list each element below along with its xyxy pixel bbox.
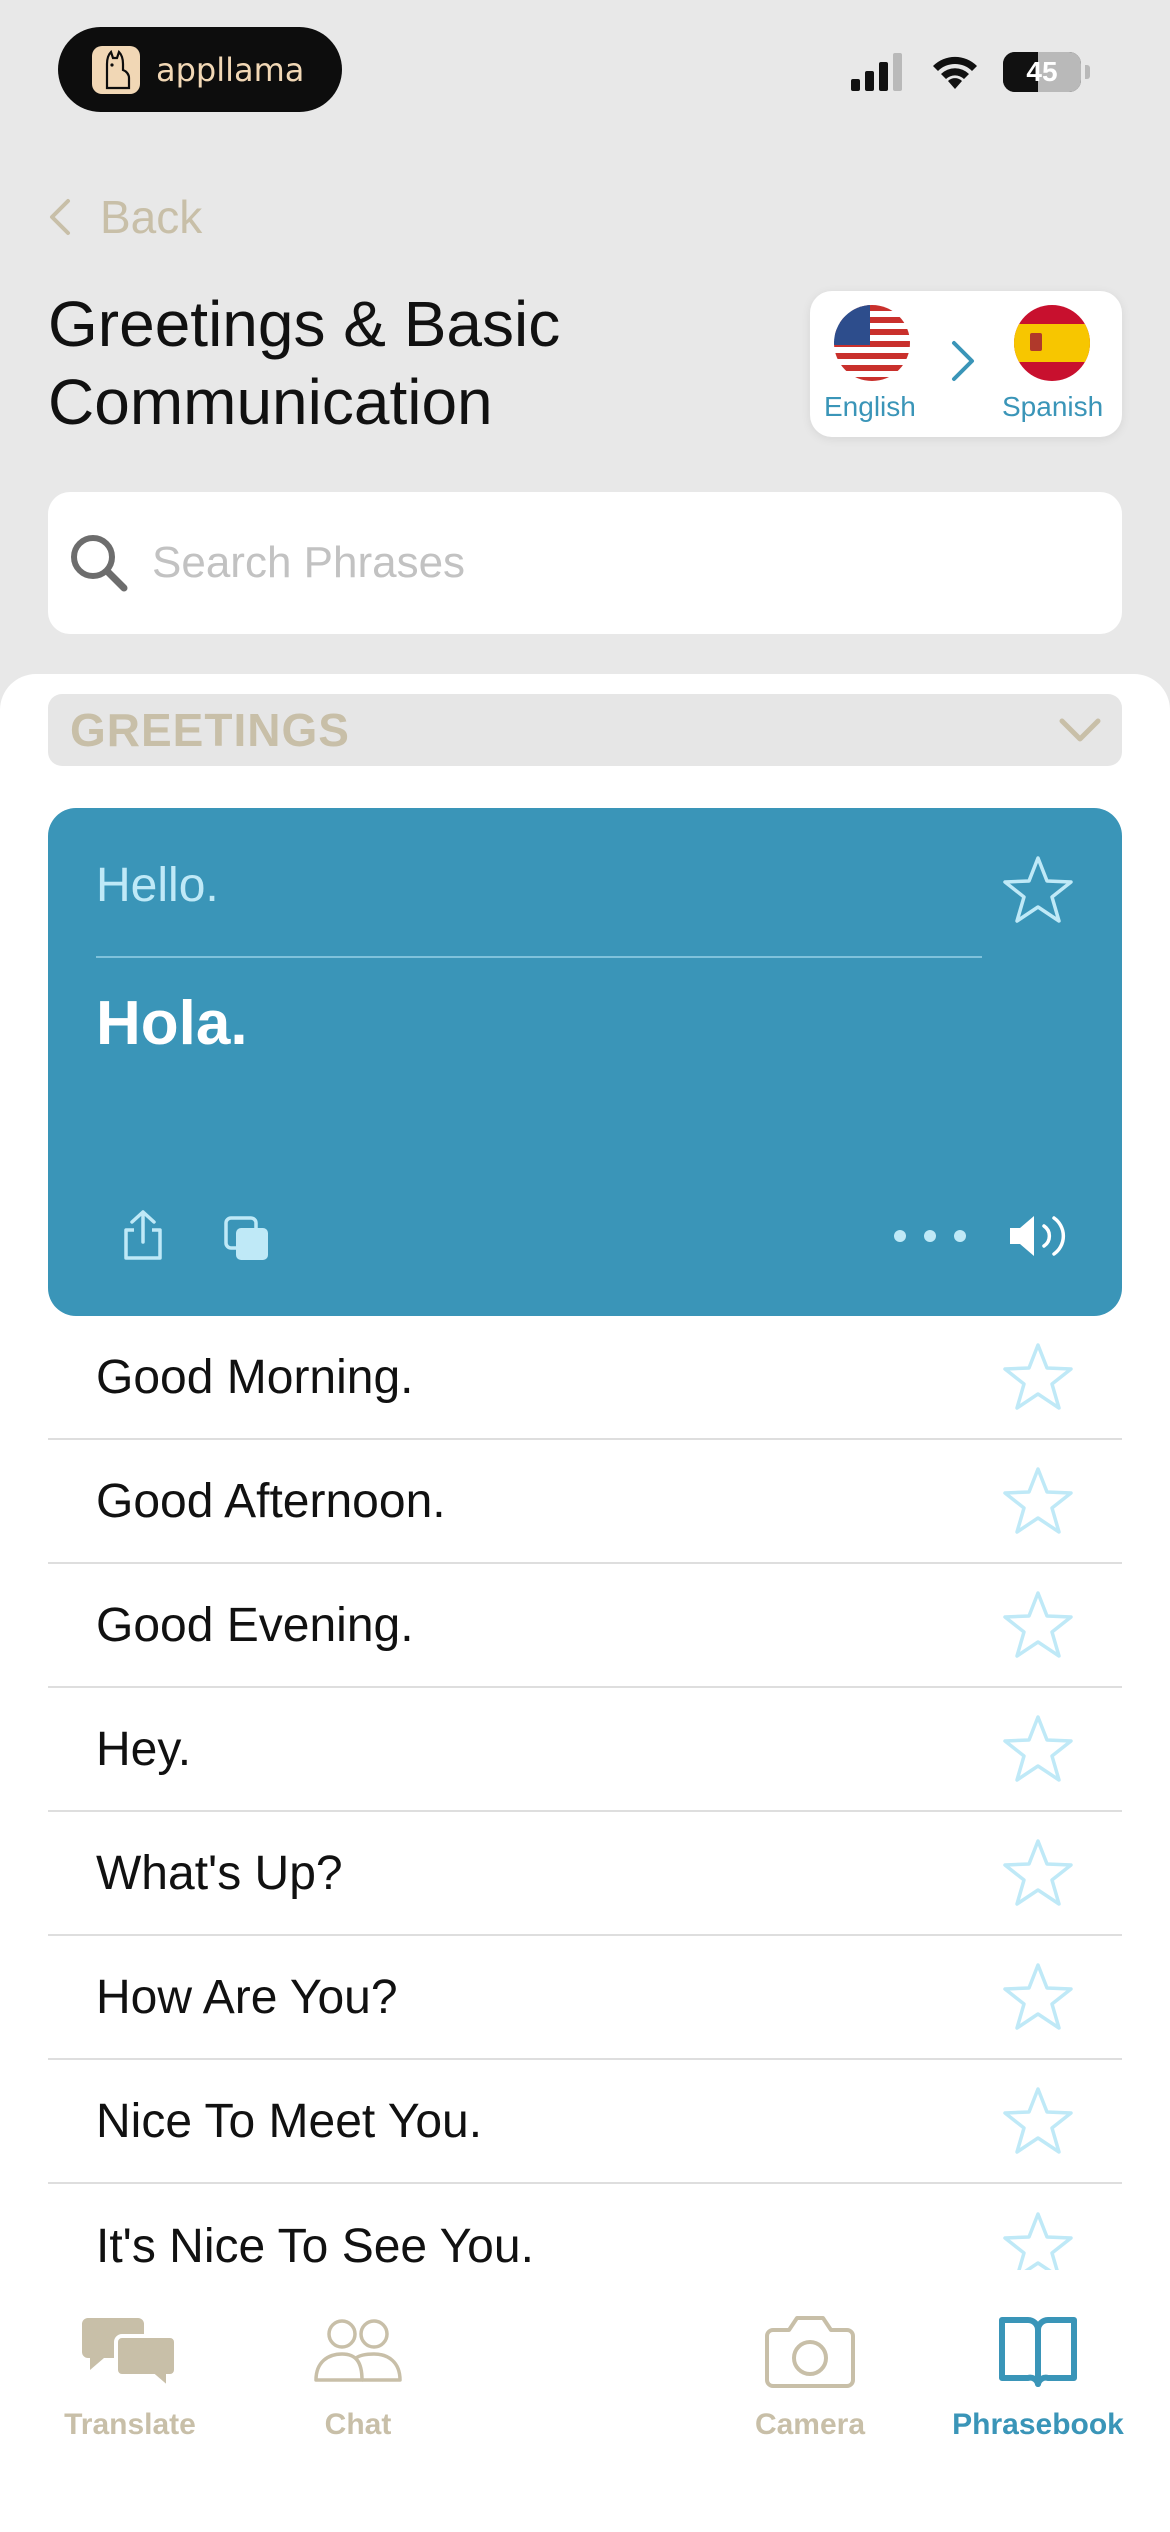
list-item[interactable]: Hey.	[48, 1688, 1122, 1812]
spain-flag-icon	[1014, 305, 1090, 381]
list-item[interactable]: Good Afternoon.	[48, 1440, 1122, 1564]
tab-label: Phrasebook	[952, 2408, 1124, 2441]
section-header-greetings[interactable]: GREETINGS	[48, 694, 1122, 766]
tab-camera[interactable]: Camera	[700, 2314, 920, 2442]
battery-icon: 45	[1003, 52, 1081, 92]
tab-bar: Translate Chat Camera Phrasebook	[0, 2270, 1170, 2532]
back-label: Back	[100, 191, 203, 243]
phrase-sheet: GREETINGS Hello. Hola. Good Morning. Goo…	[0, 674, 1170, 2532]
tab-label: Chat	[324, 2408, 392, 2441]
us-flag-icon	[834, 305, 910, 381]
phrase-text: Good Evening.	[96, 1598, 414, 1652]
phrase-text: Nice To Meet You.	[96, 2094, 483, 2148]
search-icon	[71, 535, 128, 592]
camera-icon	[765, 2316, 855, 2388]
chevron-down-icon	[1059, 718, 1101, 742]
phrase-text: Good Afternoon.	[96, 1474, 446, 1528]
copy-icon[interactable]	[222, 1214, 274, 1264]
list-item[interactable]: Good Morning.	[48, 1316, 1122, 1440]
selected-phrase-card[interactable]: Hello. Hola.	[48, 808, 1122, 1316]
tab-phrasebook[interactable]: Phrasebook	[928, 2314, 1148, 2442]
page-title: Greetings & Basic Communication	[48, 288, 561, 438]
favorite-star-icon[interactable]	[1002, 854, 1074, 926]
language-selector[interactable]: English Spanish	[810, 291, 1122, 437]
favorite-star-icon[interactable]	[1002, 1837, 1074, 1909]
app-name: appllama	[156, 50, 305, 89]
search-bar[interactable]	[48, 492, 1122, 634]
tab-chat[interactable]: Chat	[248, 2314, 468, 2442]
phrase-text: How Are You?	[96, 1970, 398, 2024]
battery-cap	[1085, 65, 1090, 79]
tab-translate[interactable]: Translate	[20, 2314, 240, 2442]
translated-phrase: Hola.	[96, 989, 248, 1058]
favorite-star-icon[interactable]	[1002, 1713, 1074, 1785]
source-phrase: Hello.	[96, 859, 219, 912]
wifi-icon	[933, 56, 977, 89]
favorite-star-icon[interactable]	[1002, 1961, 1074, 2033]
speaker-icon[interactable]	[1006, 1210, 1074, 1262]
favorite-star-icon[interactable]	[1002, 1341, 1074, 1413]
list-item[interactable]: Good Evening.	[48, 1564, 1122, 1688]
favorite-star-icon[interactable]	[1002, 1465, 1074, 1537]
cellular-signal-icon	[851, 53, 902, 91]
chevron-right-icon	[952, 341, 974, 381]
book-icon	[999, 2317, 1077, 2387]
app-indicator-pill[interactable]: appllama	[58, 27, 342, 112]
tab-label: Translate	[64, 2408, 196, 2441]
target-language-label: Spanish	[1002, 391, 1104, 422]
phrase-text: It's Nice To See You.	[96, 2219, 534, 2273]
favorite-star-icon[interactable]	[1002, 2085, 1074, 2157]
favorite-star-icon[interactable]	[1002, 1589, 1074, 1661]
source-language-label: English	[824, 391, 916, 422]
phrase-text: Good Morning.	[96, 1350, 414, 1404]
llama-logo-icon	[92, 45, 140, 94]
phrase-text: Hey.	[96, 1722, 192, 1776]
section-title: GREETINGS	[70, 704, 350, 756]
status-bar: appllama 45	[0, 0, 1170, 140]
tab-label: Camera	[754, 2408, 866, 2441]
people-icon	[314, 2319, 402, 2382]
phrase-text: What's Up?	[96, 1846, 343, 1900]
back-button[interactable]: Back	[48, 190, 202, 244]
phrase-list: Good Morning. Good Afternoon. Good Eveni…	[48, 1316, 1122, 2308]
chat-bubbles-icon	[82, 2318, 178, 2390]
battery-level: 45	[1026, 56, 1058, 87]
list-item[interactable]: What's Up?	[48, 1812, 1122, 1936]
card-divider	[96, 956, 982, 958]
search-input[interactable]	[152, 538, 1052, 588]
more-options-icon[interactable]	[892, 1226, 968, 1246]
chevron-left-icon	[50, 199, 70, 235]
list-item[interactable]: Nice To Meet You.	[48, 2060, 1122, 2184]
share-icon[interactable]	[120, 1208, 166, 1262]
list-item[interactable]: How Are You?	[48, 1936, 1122, 2060]
status-icons: 45	[851, 52, 1090, 92]
